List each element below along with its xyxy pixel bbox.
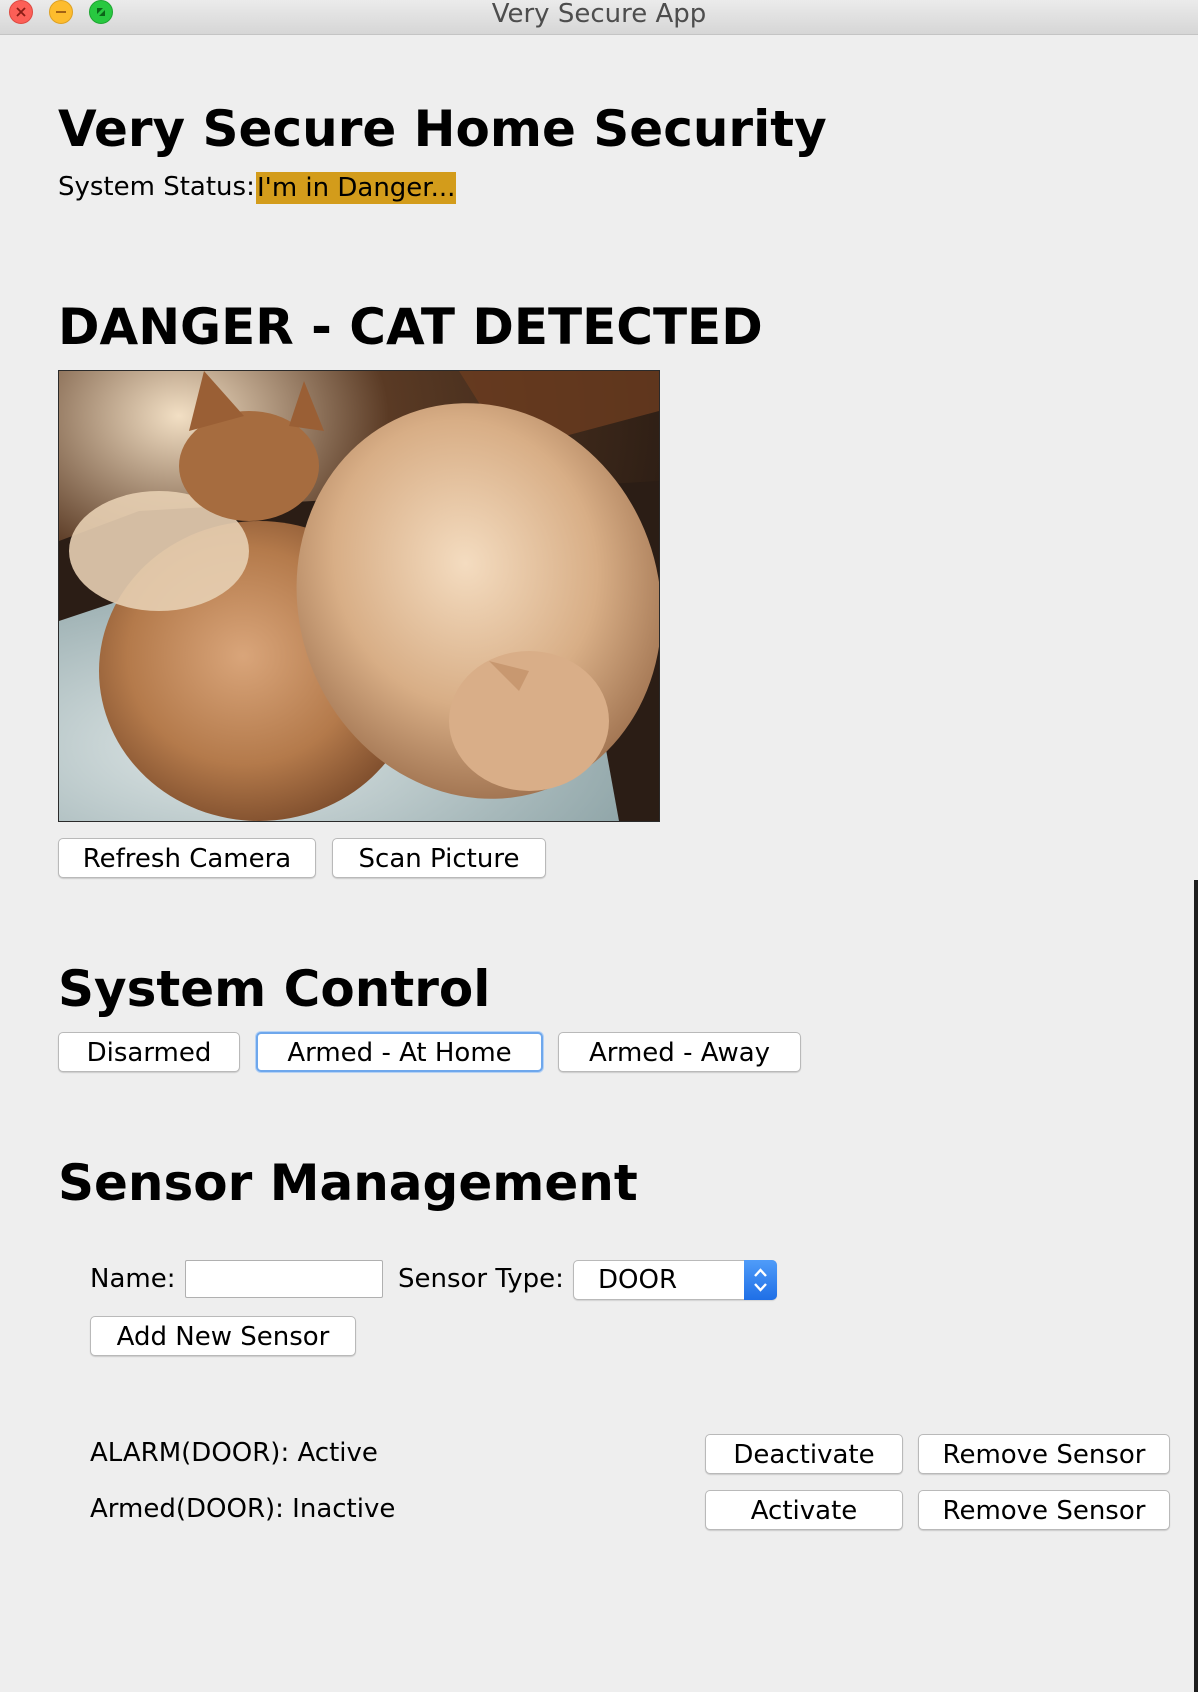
- chevron-updown-icon: [744, 1260, 777, 1300]
- sensor-type-label: Sensor Type:: [398, 1264, 564, 1294]
- status-badge: I'm in Danger...: [256, 172, 457, 204]
- armed-at-home-button[interactable]: Armed - At Home: [256, 1032, 543, 1072]
- remove-sensor-button[interactable]: Remove Sensor: [918, 1434, 1170, 1474]
- sensor-type-select[interactable]: DOOR: [573, 1260, 777, 1300]
- window-title: Very Secure App: [491, 0, 707, 29]
- name-field[interactable]: [185, 1260, 383, 1298]
- sensor-status: ALARM(DOOR): Active: [90, 1438, 378, 1468]
- sensor-management-heading: Sensor Management: [58, 1154, 638, 1212]
- remove-sensor-button[interactable]: Remove Sensor: [918, 1490, 1170, 1530]
- disarmed-button[interactable]: Disarmed: [58, 1032, 240, 1072]
- title-bar: Very Secure App: [0, 0, 1198, 35]
- status-label: System Status:: [58, 172, 255, 202]
- camera-heading: DANGER - CAT DETECTED: [58, 298, 763, 356]
- camera-image: [58, 370, 660, 822]
- name-label: Name:: [90, 1264, 176, 1294]
- deactivate-sensor-button[interactable]: Deactivate: [705, 1434, 903, 1474]
- refresh-camera-button[interactable]: Refresh Camera: [58, 838, 316, 878]
- window-edge: [1194, 880, 1198, 1692]
- activate-sensor-button[interactable]: Activate: [705, 1490, 903, 1530]
- scan-picture-button[interactable]: Scan Picture: [332, 838, 546, 878]
- armed-away-button[interactable]: Armed - Away: [558, 1032, 801, 1072]
- add-new-sensor-button[interactable]: Add New Sensor: [90, 1316, 356, 1356]
- sensor-status: Armed(DOOR): Inactive: [90, 1494, 396, 1524]
- page-title: Very Secure Home Security: [58, 100, 827, 158]
- main-content: Very Secure Home Security System Status:…: [0, 34, 1198, 1692]
- system-control-heading: System Control: [58, 960, 491, 1018]
- app-window: Very Secure App Very Secure Home Securit…: [0, 0, 1198, 1692]
- sensor-type-value: DOOR: [598, 1265, 678, 1295]
